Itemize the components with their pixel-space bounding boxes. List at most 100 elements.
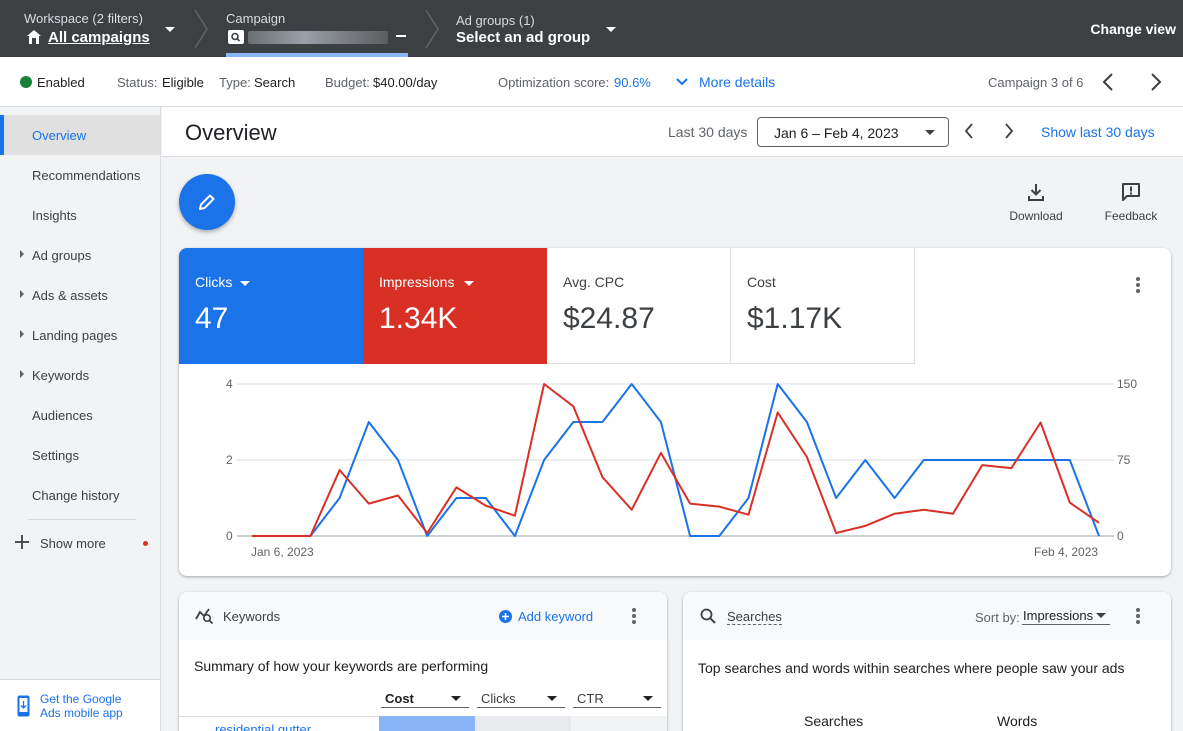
metric-avg-cpc[interactable]: Avg. CPC $24.87: [547, 248, 731, 364]
status-value: Eligible: [162, 75, 204, 90]
previous-period-icon[interactable]: [964, 123, 974, 139]
performance-card: Clicks 47 Impressions 1.34K Avg. CPC $24…: [179, 248, 1171, 576]
search-campaign-icon: [228, 30, 244, 44]
feedback-icon: [1122, 183, 1140, 201]
campaign-status-bar: Enabled Status: Eligible Type: Search Bu…: [0, 57, 1183, 107]
budget-label: Budget:: [325, 75, 370, 90]
download-label: Download: [1009, 209, 1063, 223]
date-range-value: Jan 6 – Feb 4, 2023: [774, 125, 899, 141]
previous-campaign-icon[interactable]: [1102, 73, 1114, 91]
add-keyword-button[interactable]: Add keyword: [518, 609, 593, 624]
keywords-card-title: Keywords: [223, 609, 281, 624]
date-range-picker[interactable]: Jan 6 – Feb 4, 2023: [757, 117, 949, 147]
performance-line-chart: [237, 383, 1114, 537]
top-bar: Workspace (2 filters) All campaigns Camp…: [0, 0, 1183, 57]
mobile-phone-icon: [17, 695, 30, 717]
tab-words[interactable]: Words: [997, 713, 1037, 729]
more-details-button[interactable]: More details: [699, 74, 775, 90]
enabled-status[interactable]: Enabled: [37, 75, 85, 90]
breadcrumb-separator-icon: [194, 9, 208, 49]
mobile-app-promo[interactable]: Get the Google Ads mobile app: [0, 679, 160, 731]
searches-card-header: Searches Sort by: Impressions: [683, 592, 1171, 640]
sidebar-item-settings[interactable]: Settings: [0, 435, 160, 475]
searches-card: Searches Sort by: Impressions Top search…: [683, 592, 1171, 731]
expand-arrow-icon: [20, 370, 24, 378]
type-value: Search: [254, 75, 296, 90]
keywords-card-header: Keywords Add keyword: [179, 592, 667, 640]
optimization-value[interactable]: 90.6%: [614, 75, 651, 90]
ctr-bar-cell: [571, 716, 667, 731]
next-campaign-icon[interactable]: [1150, 73, 1162, 91]
tab-searches[interactable]: Searches: [804, 713, 863, 729]
column-select-clicks[interactable]: Clicks: [477, 688, 565, 708]
chevron-down-icon: [464, 281, 474, 286]
sidebar-item-recommendations[interactable]: Recommendations: [0, 155, 160, 195]
adgroups-label: Ad groups (1): [456, 13, 535, 28]
download-button[interactable]: Download: [1005, 182, 1067, 223]
change-view-button[interactable]: Change view: [1090, 21, 1176, 37]
sidebar-item-overview[interactable]: Overview: [0, 115, 160, 155]
optimization-label: Optimization score:: [498, 75, 610, 90]
metric-clicks[interactable]: Clicks 47: [179, 248, 363, 364]
mobile-app-line2: Ads mobile app: [40, 706, 123, 720]
edit-fab-button[interactable]: [179, 174, 235, 230]
sidebar-item-ads-assets[interactable]: Ads & assets: [0, 275, 160, 315]
redacted-campaign-name: [248, 31, 388, 44]
chevron-down-icon: [1096, 613, 1106, 618]
campaign-position: Campaign 3 of 6: [988, 75, 1084, 90]
campaign-selector[interactable]: Campaign: [212, 0, 422, 57]
expand-arrow-icon: [20, 290, 24, 298]
cost-bar-cell: [379, 716, 475, 731]
adgroup-selector[interactable]: Ad groups (1) Select an ad group: [444, 0, 624, 57]
show-more-button[interactable]: Show more: [0, 523, 160, 563]
metric-cost[interactable]: Cost $1.17K: [731, 248, 915, 364]
collapse-icon: [396, 35, 406, 37]
searches-card-title: Searches: [727, 609, 782, 625]
home-icon: [27, 30, 41, 44]
keywords-trend-icon: [195, 608, 214, 625]
workspace-selector[interactable]: Workspace (2 filters) All campaigns: [0, 0, 190, 57]
sort-by-label: Sort by:: [975, 610, 1020, 625]
next-period-icon[interactable]: [1004, 123, 1014, 139]
sidebar-item-landing-pages[interactable]: Landing pages: [0, 315, 160, 355]
notification-dot: [143, 541, 148, 546]
keywords-card: Keywords Add keyword Summary of how your…: [179, 592, 667, 731]
mobile-app-line1: Get the Google: [40, 692, 122, 706]
adgroups-value: Select an ad group: [456, 29, 591, 46]
more-options-icon[interactable]: [632, 608, 636, 626]
sidebar-item-ad-groups[interactable]: Ad groups: [0, 235, 160, 275]
keyword-row-link[interactable]: residential gutter: [215, 722, 311, 731]
metric-impressions[interactable]: Impressions 1.34K: [363, 248, 547, 364]
date-range-label: Last 30 days: [668, 124, 748, 140]
search-icon: [700, 608, 716, 624]
plus-icon: [15, 535, 29, 549]
chevron-down-icon: [240, 281, 250, 286]
feedback-button[interactable]: Feedback: [1100, 182, 1162, 223]
page-title: Overview: [185, 120, 277, 145]
more-options-icon[interactable]: [1136, 608, 1140, 626]
expand-arrow-icon: [20, 330, 24, 338]
download-icon: [1028, 184, 1044, 201]
column-select-ctr[interactable]: CTR: [573, 688, 661, 708]
searches-summary: Top searches and words within searches w…: [698, 660, 1125, 676]
show-last-30-days-link[interactable]: Show last 30 days: [1041, 124, 1155, 140]
sort-by-select[interactable]: Impressions: [1022, 607, 1110, 625]
sidebar-item-insights[interactable]: Insights: [0, 195, 160, 235]
workspace-label: Workspace (2 filters): [24, 11, 143, 26]
pencil-icon: [199, 194, 215, 210]
more-options-icon[interactable]: [1136, 277, 1140, 295]
feedback-label: Feedback: [1104, 209, 1158, 223]
clicks-bar-cell: [475, 716, 571, 731]
add-circle-icon: [499, 610, 512, 623]
sidebar-item-audiences[interactable]: Audiences: [0, 395, 160, 435]
chevron-down-icon: [676, 78, 688, 86]
column-select-cost[interactable]: Cost: [381, 688, 469, 708]
workspace-value: All campaigns: [48, 29, 150, 46]
chevron-down-icon: [165, 27, 175, 32]
sidebar-divider: [28, 519, 136, 520]
breadcrumb-separator-icon: [425, 9, 439, 49]
sidebar-nav: Overview Recommendations Insights Ad gro…: [0, 107, 161, 731]
sidebar-item-change-history[interactable]: Change history: [0, 475, 160, 515]
budget-value[interactable]: $40.00/day: [373, 75, 437, 90]
sidebar-item-keywords[interactable]: Keywords: [0, 355, 160, 395]
